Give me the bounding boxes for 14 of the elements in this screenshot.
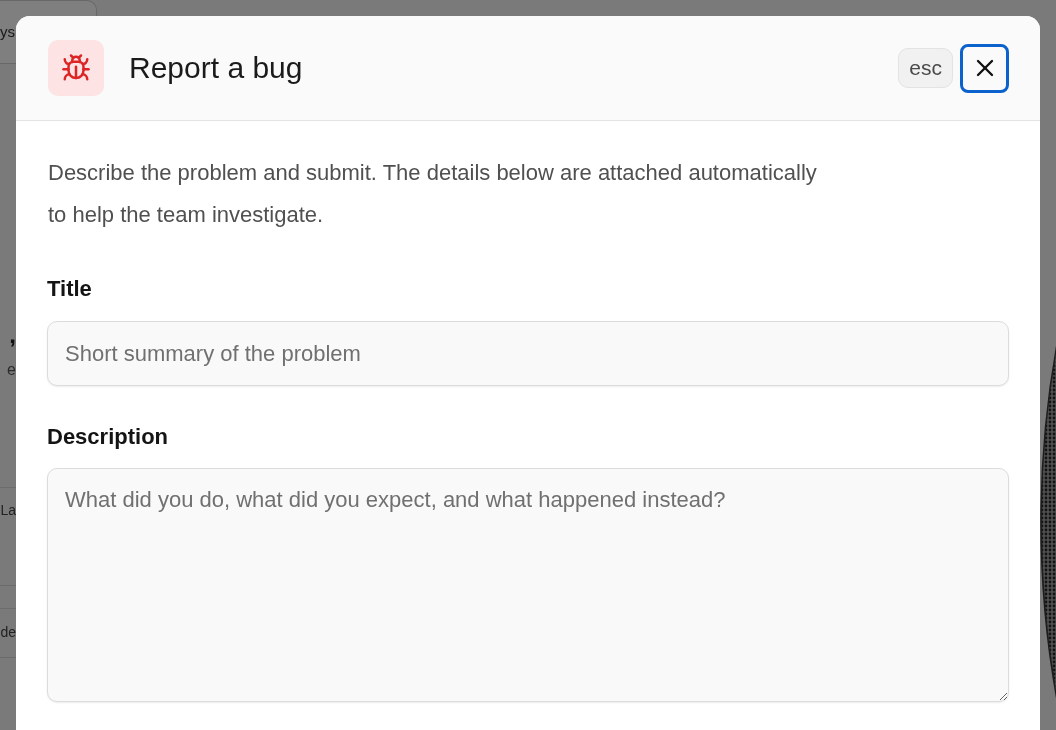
field-label: Title xyxy=(47,275,92,303)
close-button[interactable] xyxy=(960,43,1009,93)
bug-icon xyxy=(48,40,104,96)
list-row-text: de xyxy=(0,623,16,642)
title-input[interactable]: Short summary of the problem xyxy=(47,321,1009,386)
page-heading: , xyxy=(9,320,16,350)
dialog-title: Report a bug xyxy=(129,50,303,86)
page-subtitle: e xyxy=(7,360,16,380)
field-label: Description xyxy=(47,423,169,451)
esc-key-hint: esc xyxy=(898,48,953,88)
toolbar-label[interactable]: ys xyxy=(0,22,15,42)
list-row-text: La xyxy=(0,501,16,520)
description-textarea[interactable]: What did you do, what did you expect, and what happened instead? xyxy=(47,468,1009,702)
dialog-description: Describe the problem and submit. The details below are attached automatically to help the team investigate. xyxy=(47,159,818,229)
